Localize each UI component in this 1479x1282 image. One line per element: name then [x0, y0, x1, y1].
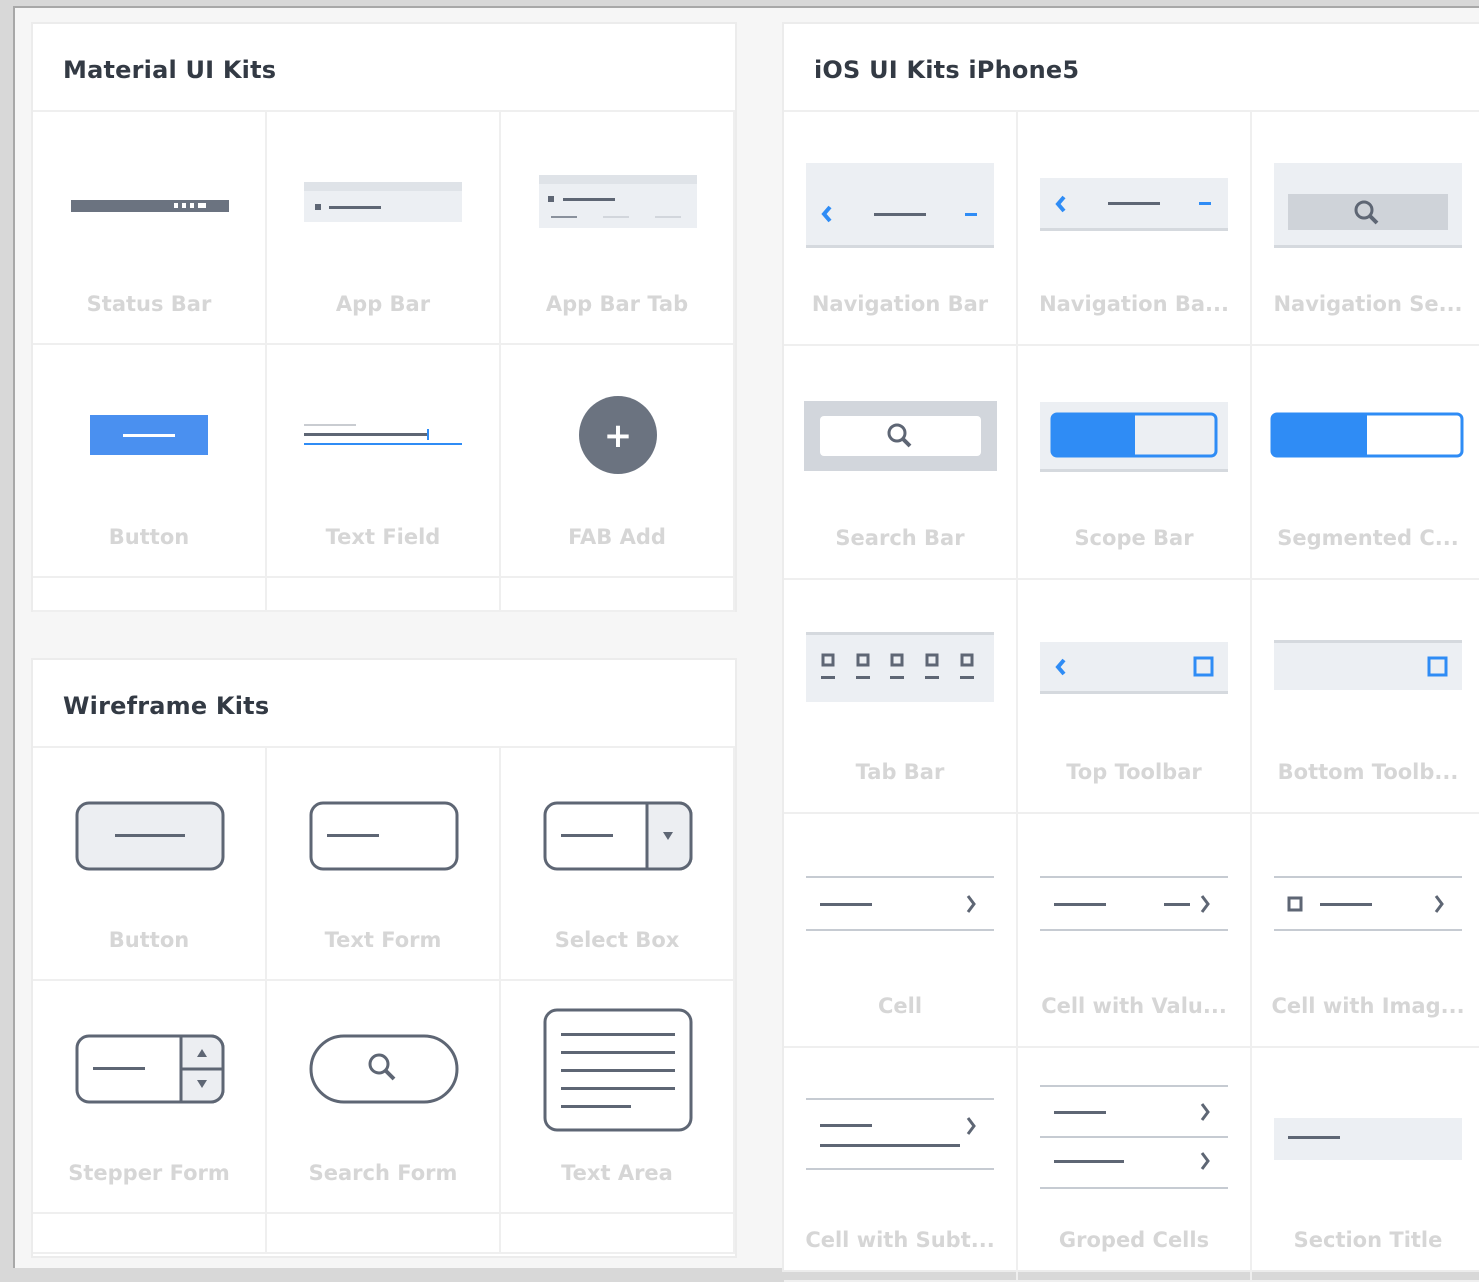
kit-item-partial	[267, 578, 501, 612]
kit-item-stepper-form[interactable]: Stepper Form	[33, 981, 267, 1214]
kit-item-partial	[267, 1214, 501, 1254]
kit-item-label: Cell with Valu...	[1041, 994, 1227, 1018]
wireframe-panel-title: Wireframe Kits	[33, 660, 735, 748]
kit-item-navigation-search[interactable]: Navigation Se...	[1252, 112, 1479, 346]
ios-ui-kits-panel: iOS UI Kits iPhone5 Navigation Bar Navig…	[782, 22, 1479, 1282]
kit-item-select-box[interactable]: Select Box	[501, 748, 735, 981]
kit-item-app-bar-tab[interactable]: App Bar Tab	[501, 112, 735, 345]
kit-item-search-bar[interactable]: Search Bar	[784, 346, 1018, 580]
kit-item-label: Cell	[877, 994, 923, 1018]
kit-item-label: Search Bar	[835, 526, 965, 550]
kit-item-text-form[interactable]: Text Form	[267, 748, 501, 981]
kit-item-label: Status Bar	[86, 292, 212, 316]
kit-item-label: Bottom Toolb...	[1277, 760, 1459, 784]
kit-item-label: App Bar Tab	[545, 292, 689, 316]
ios-kit-grid: Navigation Bar Navigation Ba... Navigati…	[784, 112, 1479, 1282]
kit-item-partial	[33, 1214, 267, 1254]
kit-item-search-form[interactable]: Search Form	[267, 981, 501, 1214]
kit-item-label: Text Field	[325, 525, 441, 549]
kit-item-scope-bar[interactable]: Scope Bar	[1018, 346, 1252, 580]
kit-item-app-bar[interactable]: App Bar	[267, 112, 501, 345]
kit-item-label: Cell with Imag...	[1271, 994, 1465, 1018]
kit-item-segmented-control[interactable]: Segmented C...	[1252, 346, 1479, 580]
kit-item-section-title[interactable]: Section Title	[1252, 1048, 1479, 1282]
kit-item-label: Navigation Bar	[811, 292, 989, 316]
kit-item-cell-with-value[interactable]: Cell with Valu...	[1018, 814, 1252, 1048]
kit-item-top-toolbar[interactable]: Top Toolbar	[1018, 580, 1252, 814]
kit-item-label: Search Form	[308, 1161, 458, 1185]
kit-item-partial	[33, 578, 267, 612]
ios-panel-title: iOS UI Kits iPhone5	[784, 24, 1479, 112]
kit-item-wireframe-button[interactable]: Button	[33, 748, 267, 981]
kit-item-label: Cell with Subt...	[805, 1228, 995, 1252]
kit-item-label: Text Form	[324, 928, 442, 952]
kit-item-label: FAB Add	[568, 525, 666, 549]
kit-item-label: Groped Cells	[1058, 1228, 1210, 1252]
kit-item-label: Button	[108, 525, 190, 549]
kit-item-partial	[501, 1214, 735, 1254]
kit-item-cell-with-image[interactable]: Cell with Imag...	[1252, 814, 1479, 1048]
wireframe-kits-panel: Wireframe Kits Button Text Form Select B…	[31, 658, 737, 1258]
kit-item-label: Text Area	[561, 1161, 673, 1185]
kit-item-partial	[501, 578, 735, 612]
material-kit-grid: Status Bar App Bar App Bar Tab Button Te…	[33, 112, 735, 612]
wireframe-kit-grid: Button Text Form Select Box Stepper Form…	[33, 748, 735, 1256]
kit-item-text-field[interactable]: Text Field	[267, 345, 501, 578]
kit-item-label: App Bar	[335, 292, 431, 316]
kit-item-fab-add[interactable]: + FAB Add	[501, 345, 735, 578]
kit-item-navigation-bar[interactable]: Navigation Bar	[784, 112, 1018, 346]
kit-item-text-area[interactable]: Text Area	[501, 981, 735, 1214]
kit-item-label: Navigation Ba...	[1039, 292, 1229, 316]
kit-item-status-bar[interactable]: Status Bar	[33, 112, 267, 345]
kit-item-label: Top Toolbar	[1066, 760, 1202, 784]
kit-item-navigation-bar-variant[interactable]: Navigation Ba...	[1018, 112, 1252, 346]
fab-plus-glyph: +	[604, 416, 633, 456]
kits-window: Material UI Kits Status Bar App Bar App …	[13, 6, 1479, 1282]
kit-item-tab-bar[interactable]: Tab Bar	[784, 580, 1018, 814]
kit-item-label: Section Title	[1293, 1228, 1443, 1252]
kit-item-label: Stepper Form	[68, 1161, 230, 1185]
kit-item-label: Segmented C...	[1277, 526, 1459, 550]
kit-item-button[interactable]: Button	[33, 345, 267, 578]
kit-item-label: Navigation Se...	[1273, 292, 1463, 316]
material-panel-title: Material UI Kits	[33, 24, 735, 112]
kit-item-grouped-cells[interactable]: Groped Cells	[1018, 1048, 1252, 1282]
kit-item-label: Button	[108, 928, 190, 952]
material-ui-kits-panel: Material UI Kits Status Bar App Bar App …	[31, 22, 737, 612]
kit-item-cell[interactable]: Cell	[784, 814, 1018, 1048]
kit-item-bottom-toolbar[interactable]: Bottom Toolb...	[1252, 580, 1479, 814]
kit-item-cell-with-subtitle[interactable]: Cell with Subt...	[784, 1048, 1018, 1282]
kit-item-label: Tab Bar	[855, 760, 945, 784]
kit-item-label: Scope Bar	[1074, 526, 1194, 550]
kit-item-label: Select Box	[554, 928, 680, 952]
